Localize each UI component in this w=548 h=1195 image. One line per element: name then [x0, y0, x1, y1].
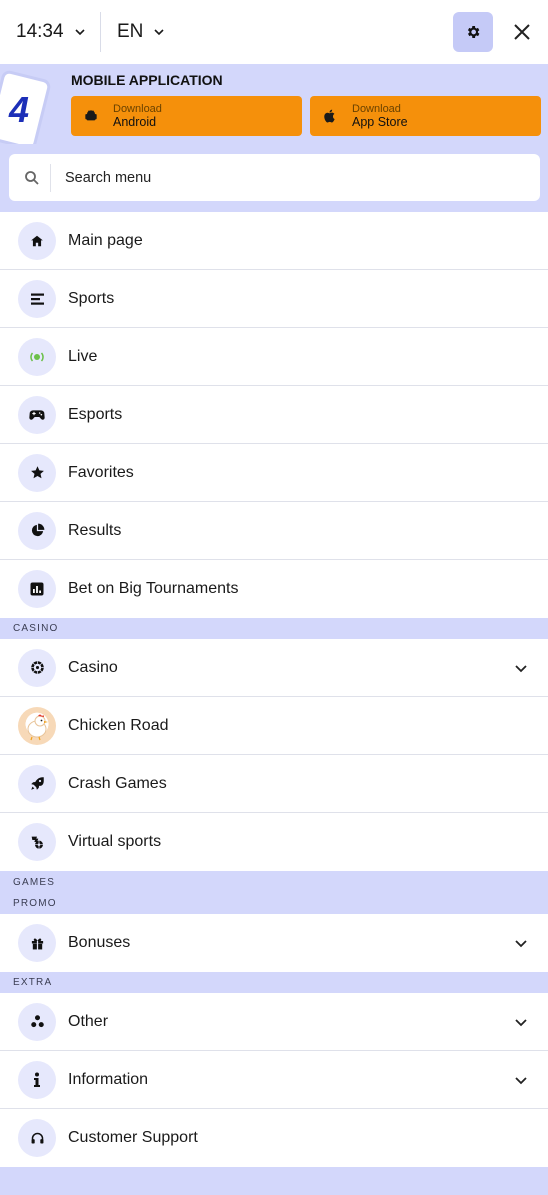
section-games-label: GAMES: [13, 876, 56, 888]
menu-item-casino[interactable]: Casino: [0, 639, 548, 697]
menu-item-label: Results: [68, 521, 122, 539]
section-header-casino: CASINO: [0, 618, 548, 639]
time-selector[interactable]: 14:34: [16, 21, 100, 43]
android-icon: [85, 110, 97, 121]
gift-icon: [18, 924, 56, 962]
footer-band: [0, 1167, 548, 1195]
promo-menu: Bonuses: [0, 914, 548, 972]
menu-item-label: Live: [68, 347, 98, 365]
chevron-down-icon[interactable]: [514, 936, 528, 950]
menu-item-label: Information: [68, 1070, 149, 1088]
menu-item-virtual-sports[interactable]: Virtual sports: [0, 813, 548, 871]
menu-item-label: Favorites: [68, 463, 134, 481]
info-icon: [18, 1060, 56, 1099]
menu-item-label: Casino: [68, 658, 118, 676]
menu-item-sports[interactable]: Sports: [0, 270, 548, 328]
menu-item-information[interactable]: Information: [0, 1051, 548, 1109]
menu-item-other[interactable]: Other: [0, 993, 548, 1051]
section-header-extra: EXTRA: [0, 972, 548, 993]
star-icon: [18, 453, 56, 492]
virtual-sports-icon: [18, 823, 56, 861]
menu-item-esports[interactable]: Esports: [0, 386, 548, 444]
menu-item-live[interactable]: Live: [0, 328, 548, 386]
live-broadcast-icon: [18, 337, 56, 376]
menu-item-label: Sports: [68, 289, 115, 307]
download-android-button[interactable]: Download Android: [71, 96, 302, 136]
rocket-icon: [18, 764, 56, 803]
roulette-icon: [18, 648, 56, 687]
download-appstore-button[interactable]: Download App Store: [310, 96, 541, 136]
gear-icon: [467, 26, 480, 38]
main-menu: Main page Sports Live Esports Favorites …: [0, 212, 548, 618]
menu-item-chicken-road[interactable]: Chicken Road: [0, 697, 548, 755]
bar-chart-icon: [18, 570, 56, 608]
settings-button[interactable]: [453, 12, 493, 52]
search-bar: [0, 144, 548, 212]
time-label: 14:34: [16, 21, 64, 42]
menu-item-label: Esports: [68, 405, 123, 423]
menu-item-label: Main page: [68, 231, 143, 249]
menu-item-favorites[interactable]: Favorites: [0, 444, 548, 502]
chevron-down-icon[interactable]: [514, 1015, 528, 1029]
download-android-label: Android: [113, 115, 157, 129]
menu-item-label: Customer Support: [68, 1129, 198, 1146]
casino-menu: Casino Chicken Road Crash Games Virtual …: [0, 639, 548, 871]
chevron-down-icon[interactable]: [514, 1073, 528, 1087]
menu-item-label: Crash Games: [68, 774, 167, 792]
section-promo-label: PROMO: [13, 897, 57, 909]
close-button[interactable]: [507, 17, 537, 47]
section-casino-label: CASINO: [13, 623, 59, 634]
gamepad-icon: [18, 395, 56, 434]
menu-item-results[interactable]: Results: [0, 502, 548, 560]
section-headers-games-promo: GAMES PROMO: [0, 871, 548, 914]
section-extra-label: EXTRA: [13, 977, 53, 988]
chevron-down-icon: [74, 29, 85, 36]
menu-item-big-tournaments[interactable]: Bet on Big Tournaments: [0, 560, 548, 618]
apple-icon: [324, 109, 335, 123]
sports-list-icon: [18, 279, 56, 318]
chevron-down-icon: [154, 29, 164, 36]
menu-item-customer-support[interactable]: Customer Support: [0, 1109, 548, 1167]
menu-item-crash-games[interactable]: Crash Games: [0, 755, 548, 813]
extra-menu: Other Information Customer Support: [0, 993, 548, 1167]
menu-item-bonuses[interactable]: Bonuses: [0, 914, 548, 972]
pie-chart-icon: [18, 511, 56, 550]
app-logo: 4: [0, 69, 52, 144]
three-dots-icon: [18, 1002, 56, 1041]
chevron-down-icon[interactable]: [514, 661, 528, 675]
search-box[interactable]: [9, 154, 540, 201]
header-divider: [100, 12, 101, 52]
menu-item-label: Other: [68, 1012, 109, 1030]
headset-icon: [18, 1119, 56, 1157]
menu-item-main-page[interactable]: Main page: [0, 212, 548, 270]
menu-item-label: Bet on Big Tournaments: [68, 580, 239, 597]
search-input[interactable]: [65, 157, 540, 198]
language-selector[interactable]: EN: [117, 21, 165, 43]
language-label: EN: [117, 21, 144, 42]
app-logo-text: 4: [8, 89, 30, 130]
search-separator: [50, 163, 51, 192]
menu-item-label: Bonuses: [68, 934, 131, 951]
menu-item-label: Chicken Road: [68, 716, 169, 734]
download-appstore-label: App Store: [352, 115, 408, 129]
mobile-app-banner: 4 MOBILE APPLICATION Download Android Do…: [0, 64, 548, 144]
close-icon: [514, 24, 530, 40]
search-icon: [25, 170, 39, 185]
home-icon: [18, 221, 56, 260]
menu-item-label: Virtual sports: [68, 833, 162, 850]
app-banner-title: MOBILE APPLICATION: [71, 72, 223, 88]
top-bar: 14:34 EN: [0, 0, 548, 64]
chicken-icon: [18, 706, 56, 745]
